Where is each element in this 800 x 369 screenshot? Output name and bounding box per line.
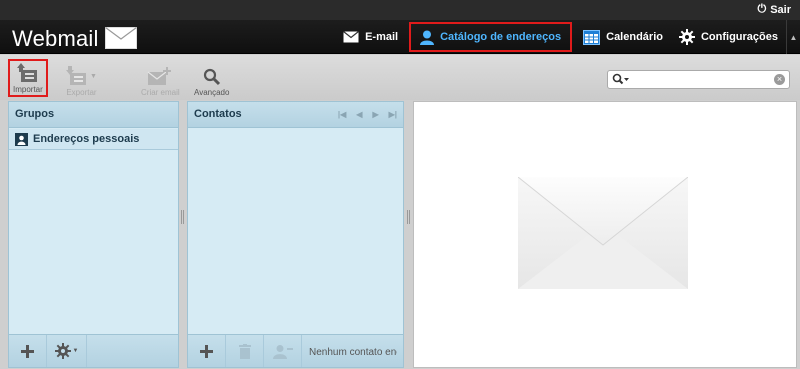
group-actions-menu-button[interactable]: ▼ xyxy=(47,335,87,367)
envelope-placeholder-icon xyxy=(518,177,688,289)
search-field[interactable]: × xyxy=(607,70,790,89)
create-email-button[interactable]: Criar email xyxy=(141,59,180,97)
envelope-icon xyxy=(343,31,359,43)
calendar-icon xyxy=(583,29,601,45)
advanced-search-label: Avançado xyxy=(194,88,230,97)
gear-icon xyxy=(678,29,695,45)
clear-search-icon[interactable]: × xyxy=(774,74,785,85)
nav-calendar[interactable]: Calendário xyxy=(575,20,671,54)
search-options-icon[interactable] xyxy=(612,73,630,86)
brand-logo[interactable]: Webmail xyxy=(12,26,137,52)
previous-page-icon[interactable]: ◀ xyxy=(356,110,362,119)
logout-label: Sair xyxy=(770,3,791,16)
empty-contacts-message: Nenhum contato encontrado xyxy=(309,347,397,358)
create-email-label: Criar email xyxy=(141,88,180,97)
magnifier-icon xyxy=(203,68,220,86)
export-icon xyxy=(66,66,86,85)
export-label: Exportar xyxy=(66,88,97,97)
app-header: Webmail E-mail Catálogo de endereços Cal… xyxy=(0,20,800,54)
export-button[interactable]: ▼ Exportar xyxy=(66,59,97,97)
remove-from-group-button[interactable] xyxy=(264,335,302,367)
power-icon: ⏻ xyxy=(757,3,767,15)
contacts-pager: |◀ ◀ ▶ ▶| xyxy=(338,110,397,119)
next-page-icon[interactable]: ▶ xyxy=(372,110,378,119)
nav-calendar-label: Calendário xyxy=(606,31,663,43)
chevron-down-icon: ▼ xyxy=(72,348,79,354)
nav-more-dropdown[interactable]: ▲ xyxy=(786,20,800,54)
chevron-up-icon: ▲ xyxy=(789,32,798,42)
nav-email[interactable]: E-mail xyxy=(335,20,406,54)
plus-icon xyxy=(200,344,213,358)
nav-address-book-label: Catálogo de endereços xyxy=(440,31,562,43)
gear-icon xyxy=(54,343,71,359)
nav-settings-label: Configurações xyxy=(700,31,778,43)
main-nav: E-mail Catálogo de endereços Calendário xyxy=(335,20,800,54)
import-icon xyxy=(16,63,37,82)
nav-settings[interactable]: Configurações xyxy=(671,20,786,54)
address-book-icon xyxy=(15,132,28,146)
search-input[interactable] xyxy=(630,72,770,87)
plus-icon xyxy=(21,344,34,358)
add-contact-button[interactable] xyxy=(188,335,226,367)
trash-icon xyxy=(238,343,251,359)
top-bar: ⏻ Sair xyxy=(0,0,800,20)
logout-button[interactable]: ⏻ Sair xyxy=(758,3,792,16)
last-page-icon[interactable]: ▶| xyxy=(389,110,397,119)
groups-splitter[interactable] xyxy=(181,210,184,224)
group-item-personal-addresses[interactable]: Endereços pessoais xyxy=(9,129,178,150)
delete-contact-button[interactable] xyxy=(226,335,264,367)
import-label: Importar xyxy=(13,85,43,94)
groups-footer: ▼ xyxy=(9,334,178,367)
brand-name: Webmail xyxy=(12,26,99,51)
groups-panel: Grupos Endereços pessoais ▼ xyxy=(8,101,179,368)
envelope-logo-icon xyxy=(104,26,137,49)
import-button[interactable]: Importar xyxy=(8,59,48,97)
user-remove-icon xyxy=(272,344,293,359)
group-item-label: Endereços pessoais xyxy=(33,133,140,145)
contacts-header: Contatos |◀ ◀ ▶ ▶| xyxy=(188,102,403,128)
contacts-panel: Contatos |◀ ◀ ▶ ▶| Nenhum contato en xyxy=(187,101,404,368)
nav-address-book[interactable]: Catálogo de endereços xyxy=(409,22,573,52)
advanced-search-button[interactable]: Avançado xyxy=(194,59,229,97)
add-group-button[interactable] xyxy=(9,335,47,367)
first-page-icon[interactable]: |◀ xyxy=(338,110,346,119)
nav-email-label: E-mail xyxy=(365,31,399,43)
contact-preview-pane xyxy=(413,101,797,368)
contacts-splitter[interactable] xyxy=(407,210,410,224)
contacts-footer: Nenhum contato encontrado xyxy=(188,334,403,367)
mail-add-icon xyxy=(147,67,172,85)
groups-title: Grupos xyxy=(15,108,55,120)
user-icon xyxy=(420,30,435,45)
chevron-down-icon: ▼ xyxy=(90,72,97,80)
groups-header: Grupos xyxy=(9,102,178,128)
contacts-title: Contatos xyxy=(194,108,242,120)
